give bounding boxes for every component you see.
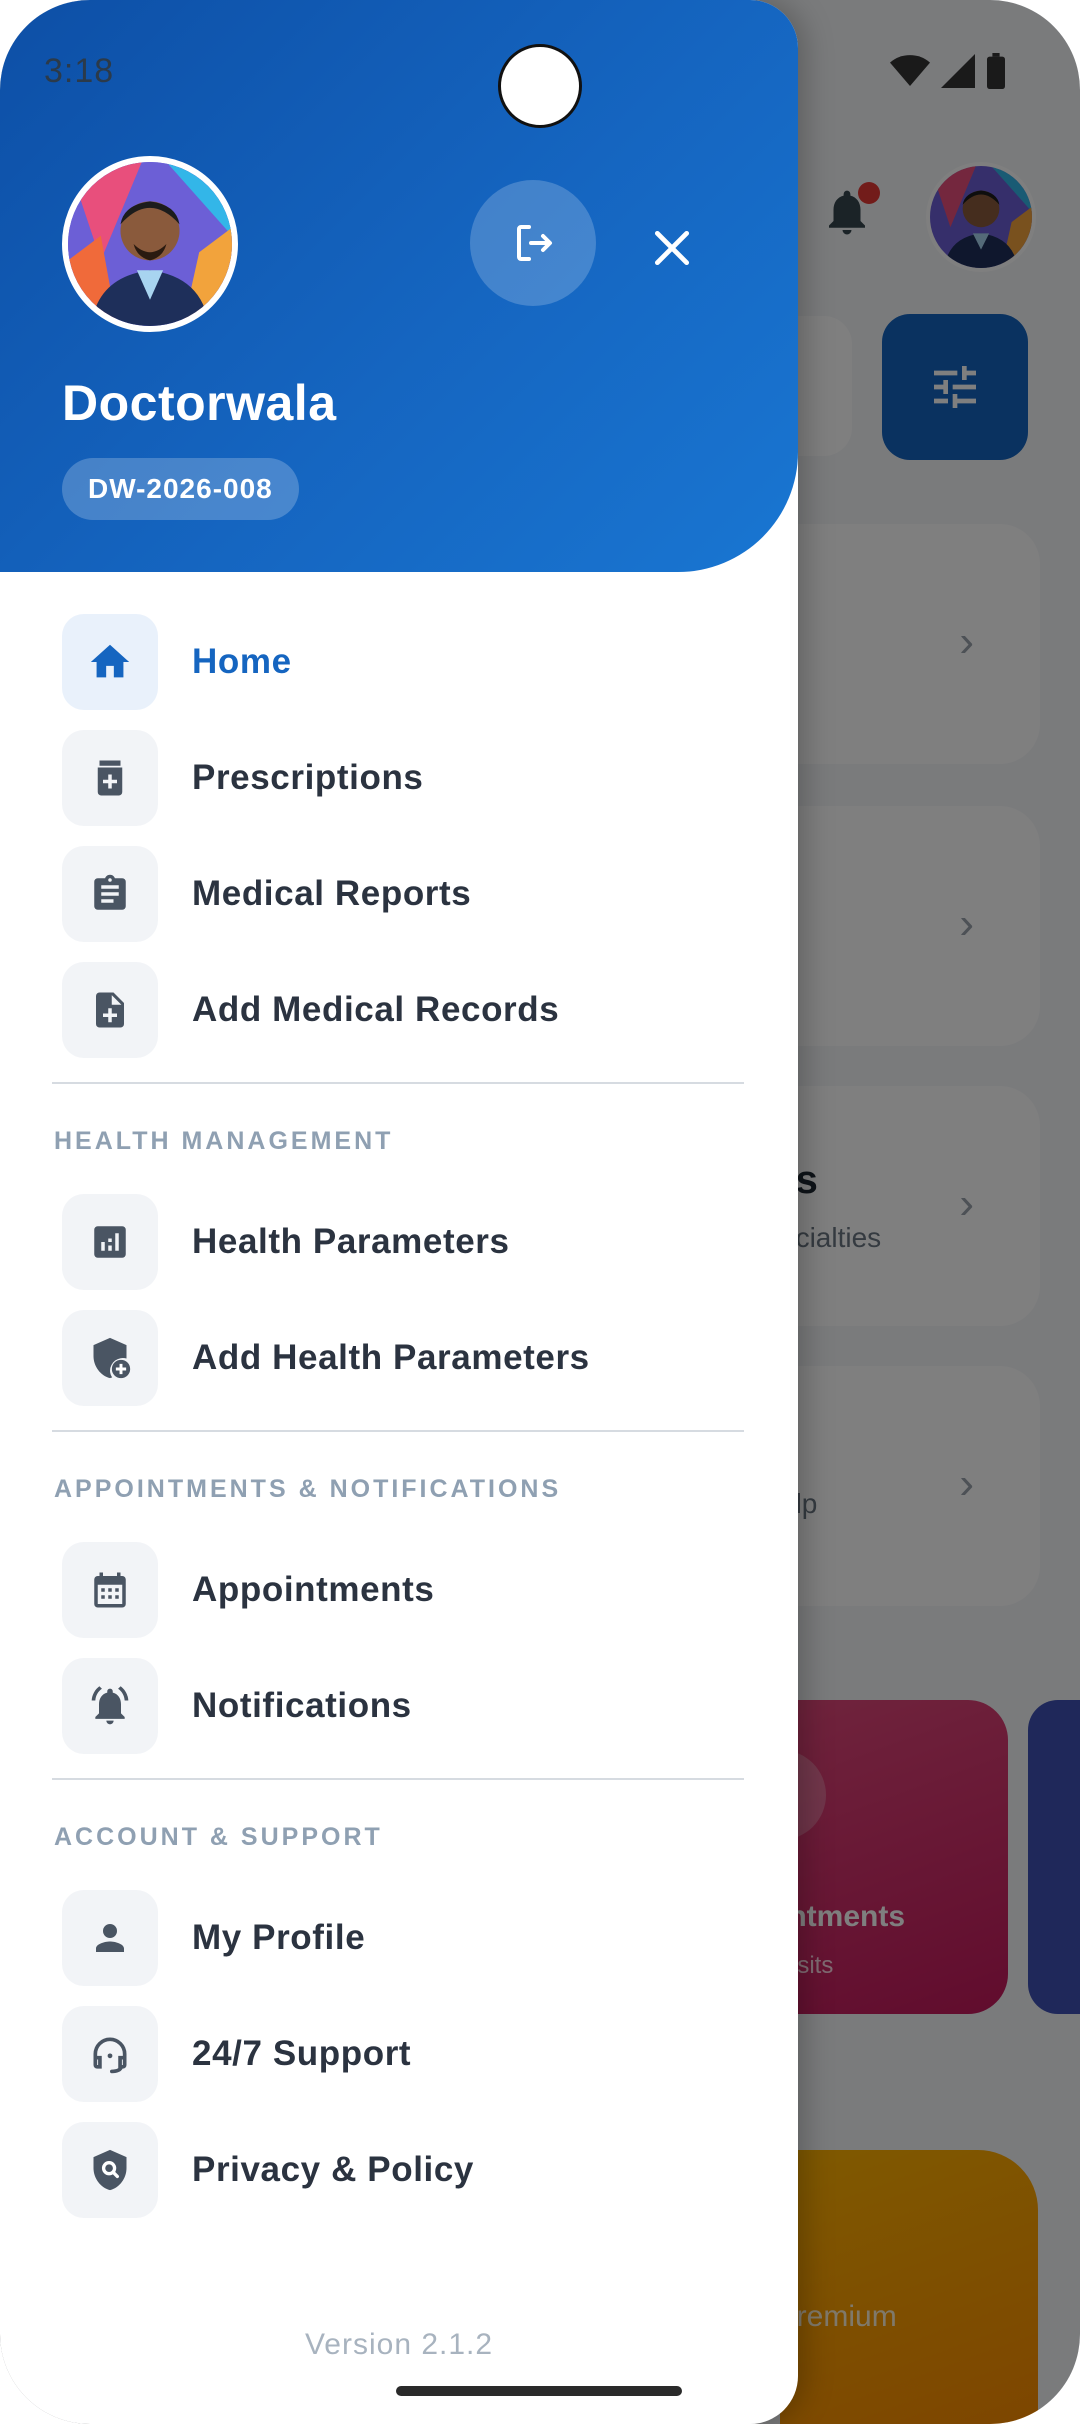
drawer-header: 3:18 Doctorwala DW-2026-008 [0, 0, 798, 572]
close-drawer-button[interactable] [630, 206, 714, 290]
menu-label: Prescriptions [192, 758, 424, 797]
section-title-account-support: ACCOUNT & SUPPORT [54, 1823, 383, 1851]
wifi-icon [890, 55, 930, 86]
user-name: Doctorwala [62, 375, 337, 431]
menu-item-appointments[interactable]: Appointments [0, 1532, 798, 1648]
shield-add-icon [93, 1337, 131, 1379]
person-icon [96, 1924, 124, 1952]
bell-ringing-icon [91, 1686, 129, 1725]
menu-label: Notifications [192, 1686, 412, 1725]
menu-label: My Profile [192, 1918, 366, 1957]
menu-item-my-profile[interactable]: My Profile [0, 1880, 798, 1996]
headset-icon [93, 2037, 127, 2074]
file-add-icon [96, 992, 124, 1028]
home-icon [90, 644, 130, 678]
user-avatar[interactable] [62, 156, 238, 332]
home-indicator[interactable] [396, 2386, 682, 2396]
logout-button[interactable] [470, 180, 596, 306]
app-version: Version 2.1.2 [304, 2328, 494, 2361]
menu-label: Add Health Parameters [192, 1338, 590, 1377]
close-icon [654, 230, 690, 266]
menu-item-home[interactable]: Home [0, 604, 798, 720]
menu-item-support[interactable]: 24/7 Support [0, 1996, 798, 2112]
menu-label: Privacy & Policy [192, 2150, 474, 2189]
signal-icon [941, 54, 975, 88]
menu-item-privacy-policy[interactable]: Privacy & Policy [0, 2112, 798, 2228]
drawer-menu: Home Prescriptions Medical Reports Add M… [0, 604, 798, 2228]
menu-label: 24/7 Support [192, 2034, 412, 2073]
menu-item-medical-reports[interactable]: Medical Reports [0, 836, 798, 952]
menu-label: Home [192, 642, 292, 681]
section-title-appointments-notifications: APPOINTMENTS & NOTIFICATIONS [54, 1475, 562, 1503]
prescription-bottle-icon [97, 760, 123, 796]
shield-search-icon [93, 2149, 127, 2191]
logout-icon [517, 225, 552, 261]
menu-label: Appointments [192, 1570, 435, 1609]
battery-icon [987, 53, 1005, 89]
analytics-icon [94, 1226, 126, 1258]
front-camera [498, 44, 582, 128]
status-icons [890, 53, 1040, 89]
menu-label: Health Parameters [192, 1222, 510, 1261]
phone-screen: y › e › rs ecialties › elp › intments vi… [0, 0, 1080, 2424]
section-title-health-management: HEALTH MANAGEMENT [54, 1127, 394, 1155]
navigation-drawer: 3:18 Doctorwala DW-2026-008 Home Prescri… [0, 0, 798, 2424]
menu-item-add-health-parameters[interactable]: Add Health Parameters [0, 1300, 798, 1416]
calendar-icon [94, 1572, 126, 1608]
menu-item-add-medical-records[interactable]: Add Medical Records [0, 952, 798, 1068]
menu-item-health-parameters[interactable]: Health Parameters [0, 1184, 798, 1300]
user-id-badge: DW-2026-008 [62, 458, 299, 520]
menu-item-notifications[interactable]: Notifications [0, 1648, 798, 1764]
menu-label: Medical Reports [192, 874, 472, 913]
status-time: 3:18 [44, 52, 115, 90]
clipboard-icon [94, 874, 126, 910]
menu-item-prescriptions[interactable]: Prescriptions [0, 720, 798, 836]
menu-label: Add Medical Records [192, 990, 560, 1029]
